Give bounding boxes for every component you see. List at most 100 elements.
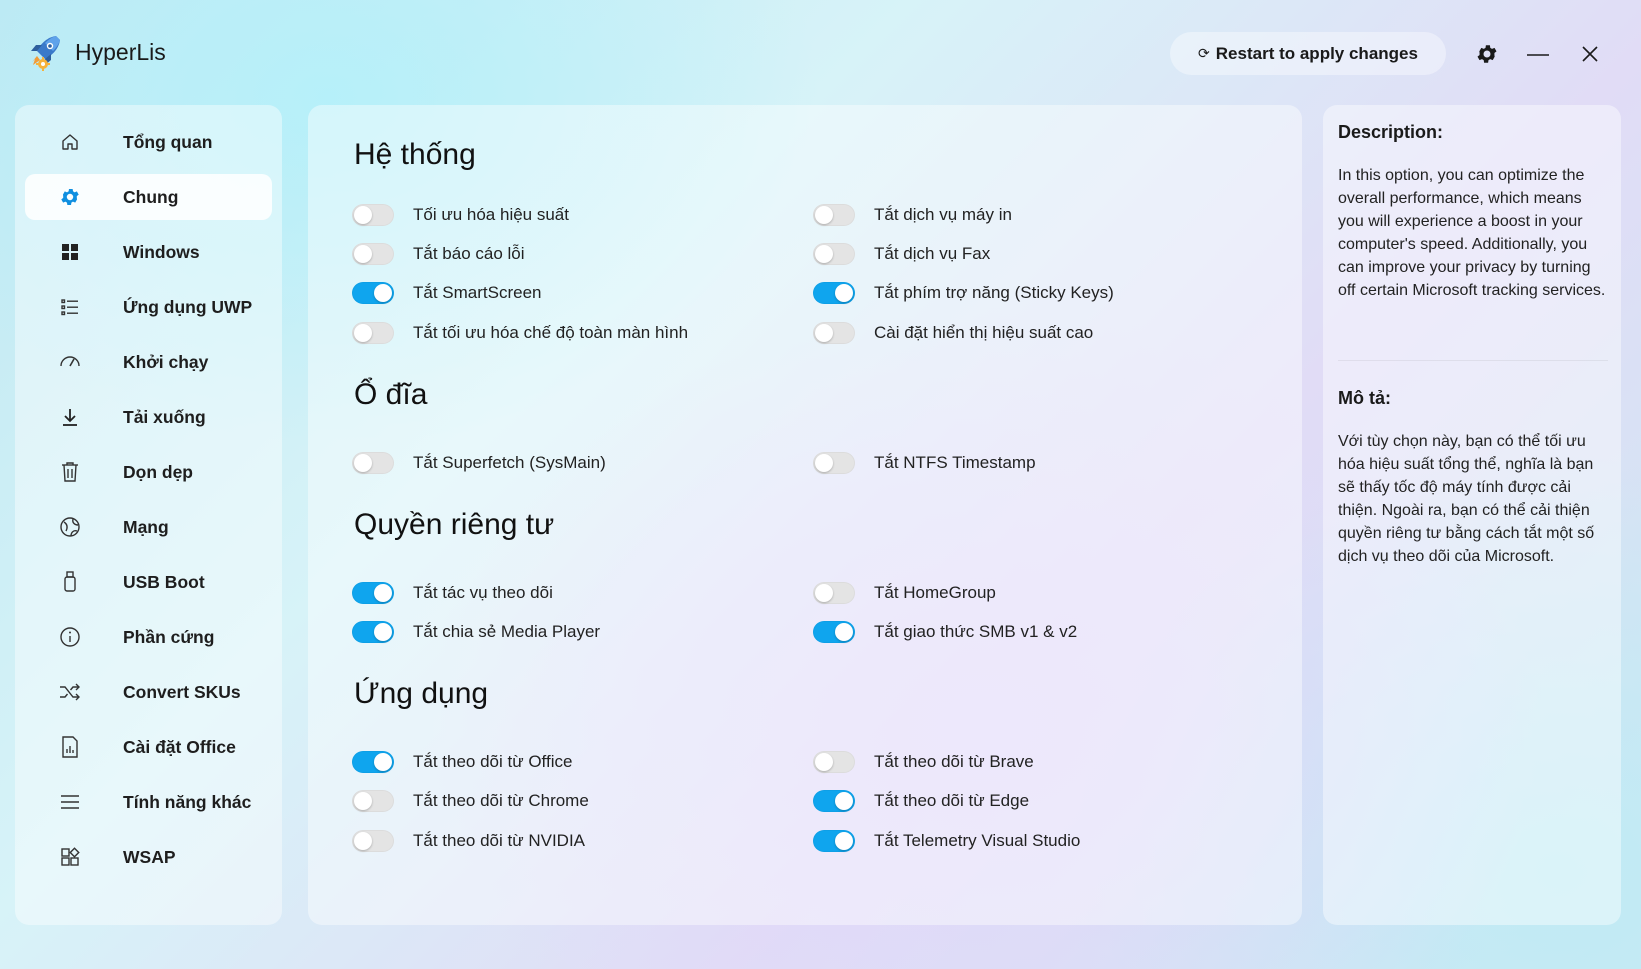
toggle-switch[interactable] xyxy=(813,582,855,604)
app-title: HyperLis xyxy=(75,39,166,65)
option-row[interactable]: Tắt dịch vụ máy in xyxy=(813,202,1012,228)
option-row[interactable]: Tắt chia sẻ Media Player xyxy=(352,619,600,645)
option-row[interactable]: Cài đặt hiển thị hiệu suất cao xyxy=(813,320,1093,346)
toggle-switch[interactable] xyxy=(352,790,394,812)
option-label: Tắt Superfetch (SysMain) xyxy=(413,453,606,472)
home-icon xyxy=(59,131,81,153)
toggle-switch[interactable] xyxy=(813,751,855,773)
option-row[interactable]: Tắt NTFS Timestamp xyxy=(813,450,1036,476)
sidebar-item-other-features[interactable]: Tính năng khác xyxy=(25,779,272,825)
settings-panel: Hệ thống Tối ưu hóa hiệu suất Tắt dịch v… xyxy=(308,105,1302,925)
description-title: Description: xyxy=(1338,122,1444,142)
sidebar-item-overview[interactable]: Tổng quan xyxy=(25,119,272,165)
sidebar-item-startup[interactable]: Khởi chạy xyxy=(25,339,272,385)
option-row[interactable]: Tắt SmartScreen xyxy=(352,280,542,306)
sidebar-item-wsap[interactable]: WSAP xyxy=(25,834,272,880)
toggle-switch[interactable] xyxy=(352,751,394,773)
option-label: Tắt HomeGroup xyxy=(874,583,996,602)
option-row[interactable]: Tắt theo dõi từ Chrome xyxy=(352,788,589,814)
usb-icon xyxy=(59,571,81,593)
info-icon xyxy=(59,626,81,648)
sidebar-item-office-install[interactable]: Cài đặt Office xyxy=(25,724,272,770)
option-row[interactable]: Tắt theo dõi từ Brave xyxy=(813,749,1034,775)
sidebar-item-uwp-apps[interactable]: Ứng dụng UWP xyxy=(25,284,272,330)
sidebar-item-network[interactable]: Mạng xyxy=(25,504,272,550)
option-row[interactable]: Tắt Superfetch (SysMain) xyxy=(352,450,606,476)
option-label: Tắt theo dõi từ Edge xyxy=(874,791,1030,810)
option-row[interactable]: Tắt giao thức SMB v1 & v2 xyxy=(813,619,1077,645)
option-label: Tắt theo dõi từ Brave xyxy=(874,752,1034,771)
toggle-switch[interactable] xyxy=(352,322,394,344)
sidebar-item-label: Tải xuống xyxy=(123,406,206,427)
sidebar-item-downloads[interactable]: Tải xuống xyxy=(25,394,272,440)
option-row[interactable]: Tắt tác vụ theo dõi xyxy=(352,580,553,606)
sidebar-item-usb-boot[interactable]: USB Boot xyxy=(25,559,272,605)
option-label: Tắt tác vụ theo dõi xyxy=(413,583,553,602)
toggle-switch[interactable] xyxy=(352,204,394,226)
sidebar-item-label: Tổng quan xyxy=(123,131,213,152)
settings-gear-icon[interactable] xyxy=(1469,36,1505,72)
sidebar-item-windows[interactable]: Windows xyxy=(25,229,272,275)
restart-button[interactable]: ⟳ Restart to apply changes xyxy=(1170,32,1446,75)
option-row[interactable]: Tắt dịch vụ Fax xyxy=(813,241,990,267)
apps-icon xyxy=(59,846,81,868)
sidebar-item-label: Tính năng khác xyxy=(123,791,252,812)
toggle-switch[interactable] xyxy=(813,204,855,226)
option-row[interactable]: Tắt phím trợ năng (Sticky Keys) xyxy=(813,280,1114,306)
sidebar-item-convert-skus[interactable]: Convert SKUs xyxy=(25,669,272,715)
sidebar-item-label: WSAP xyxy=(123,846,176,867)
list-icon xyxy=(59,296,81,318)
speedometer-icon xyxy=(59,351,81,373)
option-row[interactable]: Tắt theo dõi từ NVIDIA xyxy=(352,828,585,854)
option-row[interactable]: Tắt Telemetry Visual Studio xyxy=(813,828,1080,854)
shuffle-icon xyxy=(59,681,81,703)
toggle-switch[interactable] xyxy=(352,243,394,265)
description-panel: Description: In this option, you can opt… xyxy=(1323,105,1621,925)
sidebar-item-label: Phần cứng xyxy=(123,626,215,647)
option-label: Tắt báo cáo lỗi xyxy=(413,244,525,263)
option-row[interactable]: Tắt báo cáo lỗi xyxy=(352,241,525,267)
sidebar-item-label: Ứng dụng UWP xyxy=(123,296,253,317)
toggle-switch[interactable] xyxy=(813,621,855,643)
sidebar-item-hardware[interactable]: Phần cứng xyxy=(25,614,272,660)
toggle-switch[interactable] xyxy=(813,452,855,474)
refresh-icon: ⟳ xyxy=(1198,45,1210,61)
toggle-switch[interactable] xyxy=(352,830,394,852)
download-icon xyxy=(59,406,81,428)
toggle-switch[interactable] xyxy=(813,322,855,344)
sidebar-item-cleanup[interactable]: Dọn dẹp xyxy=(25,449,272,495)
option-row[interactable]: Tắt theo dõi từ Office xyxy=(352,749,572,775)
toggle-switch[interactable] xyxy=(352,282,394,304)
option-label: Tắt dịch vụ Fax xyxy=(874,244,991,263)
option-label: Tắt giao thức SMB v1 & v2 xyxy=(874,622,1078,641)
minimize-icon[interactable] xyxy=(1520,36,1556,72)
office-icon xyxy=(59,736,81,758)
toggle-switch[interactable] xyxy=(813,790,855,812)
toggle-switch[interactable] xyxy=(352,621,394,643)
trash-icon xyxy=(59,461,81,483)
close-icon[interactable] xyxy=(1572,36,1608,72)
option-row[interactable]: Tắt tối ưu hóa chế độ toàn màn hình xyxy=(352,320,688,346)
option-label: Cài đặt hiển thị hiệu suất cao xyxy=(874,323,1094,342)
section-title-disk: Ổ đĩa xyxy=(354,378,428,411)
sidebar: Tổng quan Chung Windows Ứng dụng UWP Khở… xyxy=(15,105,282,925)
toggle-switch[interactable] xyxy=(352,452,394,474)
toggle-switch[interactable] xyxy=(352,582,394,604)
sidebar-item-label: Mạng xyxy=(123,516,169,537)
option-label: Tắt theo dõi từ Office xyxy=(413,752,573,771)
option-row[interactable]: Tắt theo dõi từ Edge xyxy=(813,788,1029,814)
divider xyxy=(1338,360,1608,361)
globe-icon xyxy=(59,516,81,538)
toggle-switch[interactable] xyxy=(813,243,855,265)
option-row[interactable]: Tắt HomeGroup xyxy=(813,580,996,606)
windows-icon xyxy=(59,241,81,263)
option-label: Tắt tối ưu hóa chế độ toàn màn hình xyxy=(413,323,689,342)
option-label: Tắt NTFS Timestamp xyxy=(874,453,1036,472)
sidebar-item-label: Cài đặt Office xyxy=(123,736,236,757)
sidebar-item-label: USB Boot xyxy=(123,571,205,592)
sidebar-item-label: Chung xyxy=(123,186,179,207)
sidebar-item-general[interactable]: Chung xyxy=(25,174,272,220)
toggle-switch[interactable] xyxy=(813,282,855,304)
option-row[interactable]: Tối ưu hóa hiệu suất xyxy=(352,202,569,228)
toggle-switch[interactable] xyxy=(813,830,855,852)
